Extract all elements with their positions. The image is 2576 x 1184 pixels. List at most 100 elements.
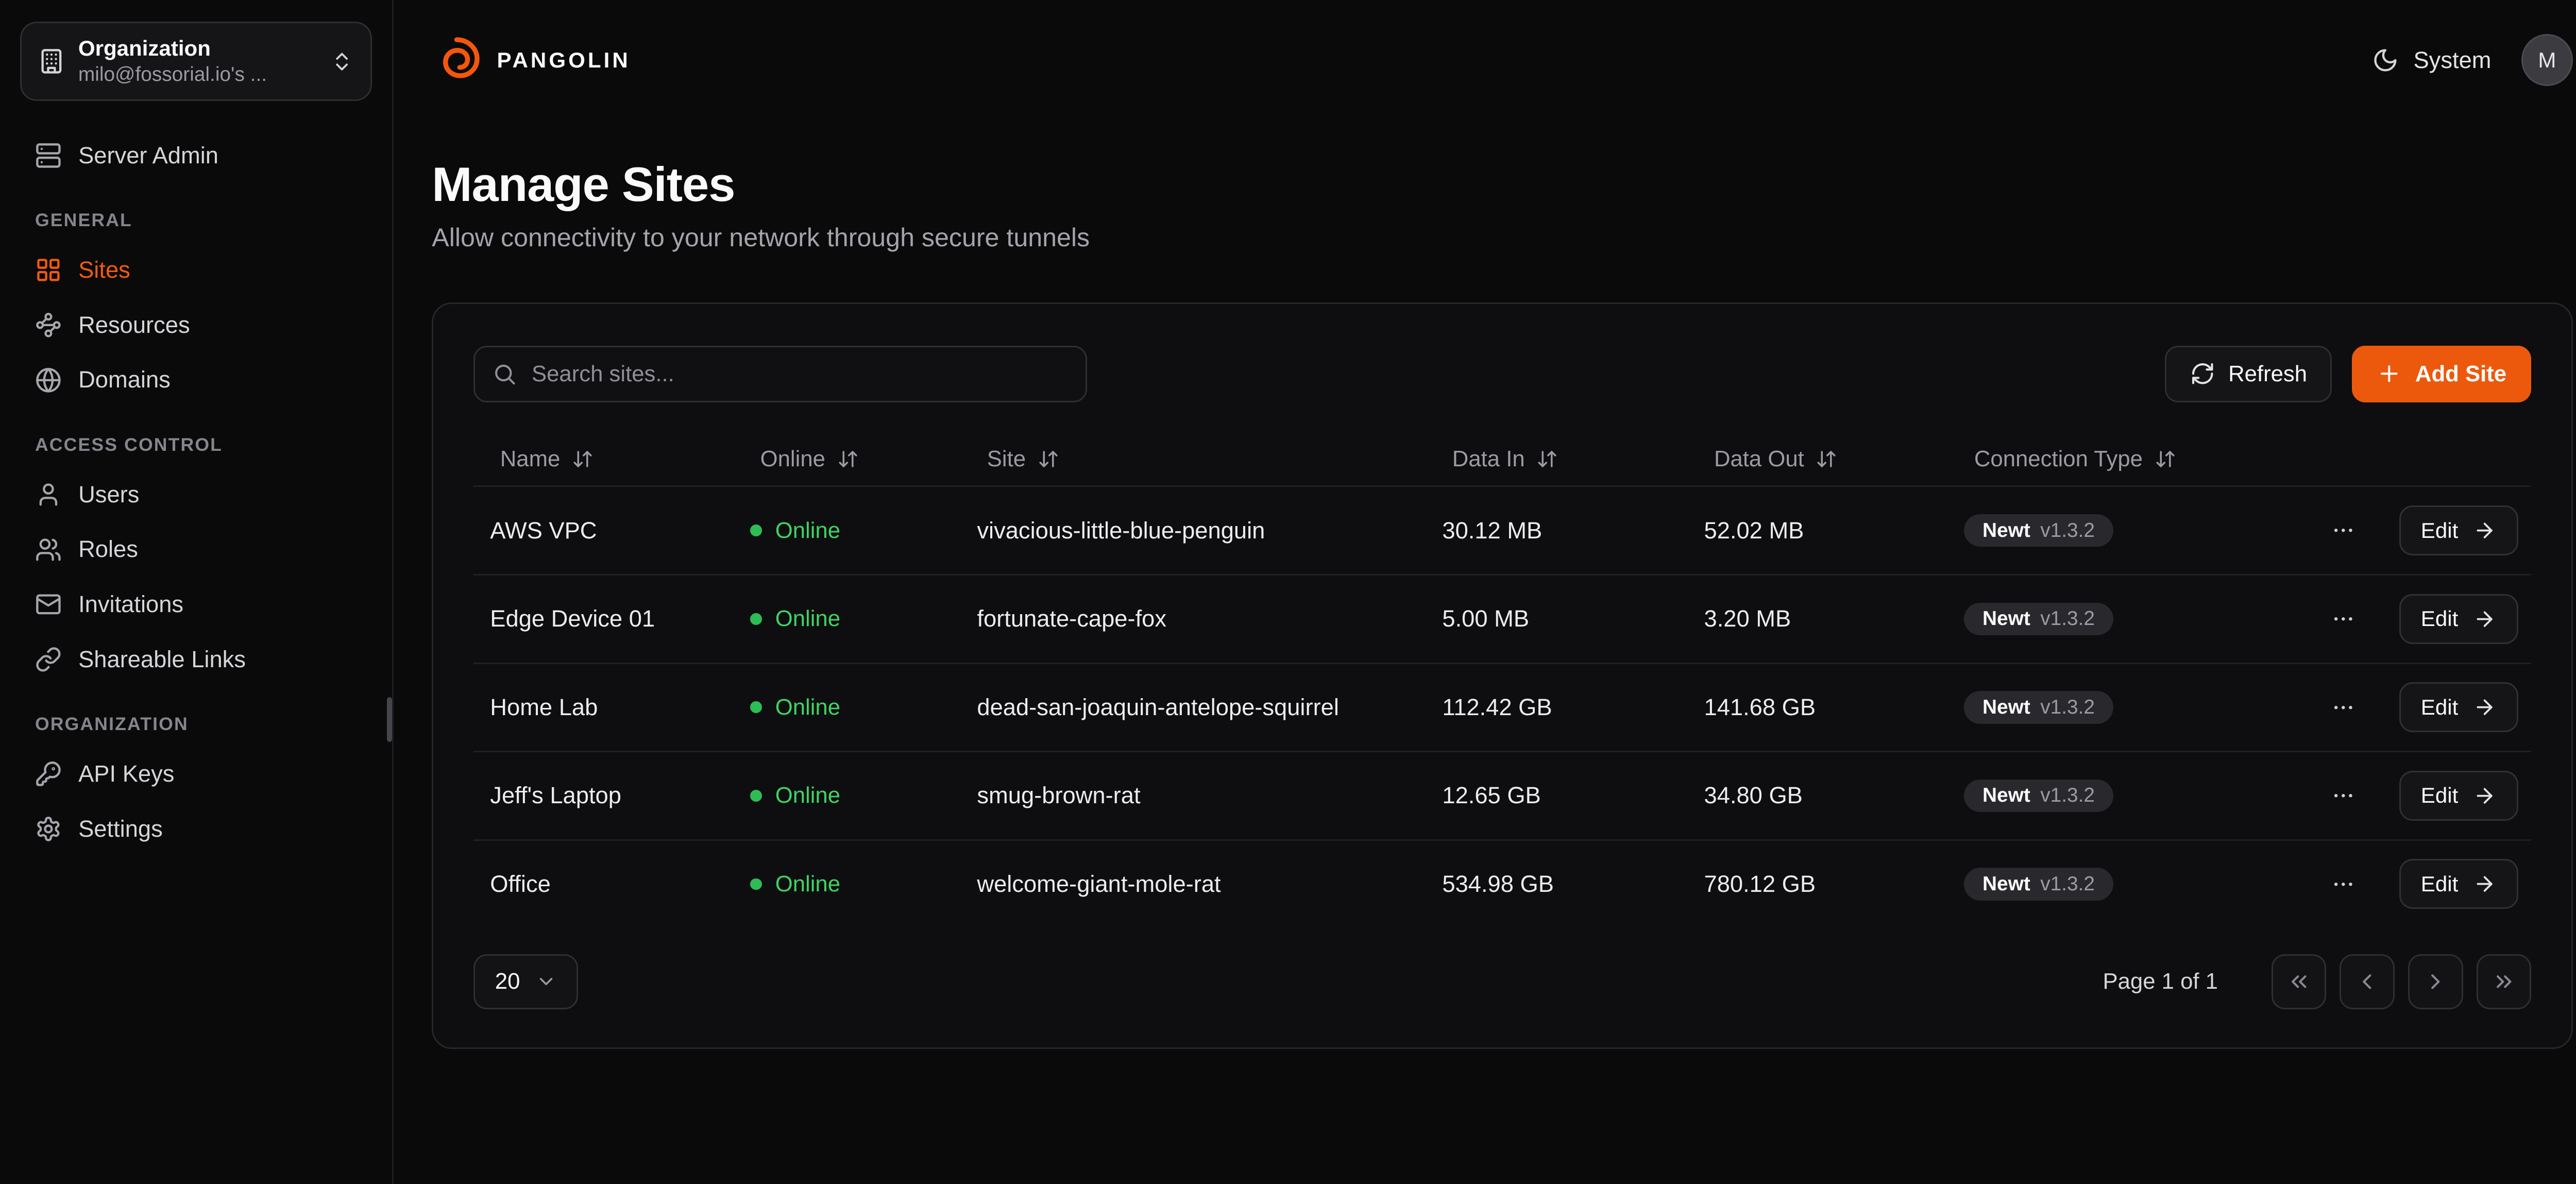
- status-badge: Online: [750, 783, 840, 808]
- sidebar-item-shareable-links[interactable]: Shareable Links: [20, 632, 372, 687]
- avatar-initial: M: [2538, 48, 2556, 73]
- users-icon: [35, 536, 62, 563]
- column-header-site[interactable]: Site: [960, 446, 1426, 472]
- avatar[interactable]: M: [2521, 34, 2573, 86]
- edit-button[interactable]: Edit: [2399, 594, 2518, 644]
- waypoints-icon: [35, 312, 62, 339]
- status-badge: Online: [750, 606, 840, 632]
- sort-icon: [1816, 448, 1837, 470]
- column-header-data-in[interactable]: Data In: [1426, 446, 1687, 472]
- toolbar-actions: Refresh Add Site: [2165, 346, 2531, 402]
- sort-icon: [1536, 448, 1558, 470]
- sidebar-nav: Server Admin GENERAL Sites Resources Dom…: [20, 128, 372, 856]
- pangolin-logo-icon: [432, 35, 482, 85]
- site-name: Home Lab: [473, 694, 734, 721]
- sidebar-item-label: Server Admin: [78, 142, 218, 169]
- pager: Page 1 of 1: [2103, 954, 2532, 1009]
- chevron-right-icon: [2423, 969, 2448, 994]
- sidebar-item-label: Users: [78, 481, 139, 508]
- sidebar-item-users[interactable]: Users: [20, 467, 372, 522]
- org-switcher[interactable]: Organization milo@fossorial.io's ...: [20, 22, 372, 101]
- sidebar-item-label: API Keys: [78, 760, 174, 787]
- ellipsis-icon: [2331, 783, 2356, 808]
- column-header-online[interactable]: Online: [734, 446, 960, 472]
- page-size-select[interactable]: 20: [473, 954, 578, 1009]
- row-menu-button[interactable]: [2324, 688, 2362, 726]
- sidebar-scrollbar-thumb[interactable]: [387, 697, 392, 742]
- table-header-row: Name Online Site Data In Data Out Connec…: [473, 432, 2531, 486]
- sidebar-item-label: Roles: [78, 536, 138, 563]
- search-box: [473, 346, 1087, 402]
- chevrons-right-icon: [2492, 969, 2517, 994]
- data-out-value: 3.20 MB: [1687, 605, 1947, 632]
- row-menu-button[interactable]: [2324, 776, 2362, 815]
- column-header-data-out[interactable]: Data Out: [1687, 446, 1947, 472]
- sidebar-item-domains[interactable]: Domains: [20, 352, 372, 408]
- plus-icon: [2377, 361, 2402, 386]
- prev-page-button[interactable]: [2340, 954, 2395, 1009]
- data-out-value: 141.68 GB: [1687, 694, 1947, 721]
- connection-type-badge: Newtv1.3.2: [1964, 603, 2113, 635]
- key-icon: [35, 760, 62, 787]
- sidebar-item-invitations[interactable]: Invitations: [20, 577, 372, 632]
- topbar-right: System M: [2372, 34, 2573, 86]
- add-site-button[interactable]: Add Site: [2352, 346, 2531, 402]
- table-row: Edge Device 01 Online fortunate-cape-fox…: [473, 574, 2531, 663]
- edit-button[interactable]: Edit: [2399, 505, 2518, 555]
- chevron-down-icon: [535, 971, 557, 992]
- column-header-connection-type[interactable]: Connection Type: [1947, 446, 2341, 472]
- table-row: AWS VPC Online vivacious-little-blue-pen…: [473, 485, 2531, 574]
- org-switcher-value: milo@fossorial.io's ...: [78, 62, 317, 88]
- row-menu-button[interactable]: [2324, 600, 2362, 638]
- edit-button[interactable]: Edit: [2399, 682, 2518, 732]
- ellipsis-icon: [2331, 872, 2356, 897]
- search-input[interactable]: [473, 346, 1087, 402]
- sidebar-item-label: Settings: [78, 816, 163, 842]
- user-icon: [35, 481, 62, 508]
- refresh-button[interactable]: Refresh: [2165, 346, 2332, 402]
- search-icon: [492, 361, 517, 386]
- site-name: AWS VPC: [473, 517, 734, 544]
- arrow-right-icon: [2473, 872, 2496, 895]
- site-tunnel-name: smug-brown-rat: [960, 782, 1426, 809]
- row-menu-button[interactable]: [2324, 512, 2362, 550]
- first-page-button[interactable]: [2272, 954, 2327, 1009]
- last-page-button[interactable]: [2477, 954, 2532, 1009]
- sidebar-item-roles[interactable]: Roles: [20, 522, 372, 577]
- sidebar-item-server-admin[interactable]: Server Admin: [20, 128, 372, 183]
- sidebar-item-sites[interactable]: Sites: [20, 242, 372, 297]
- org-switcher-text: Organization milo@fossorial.io's ...: [78, 35, 317, 88]
- data-out-value: 780.12 GB: [1687, 871, 1947, 898]
- row-menu-button[interactable]: [2324, 865, 2362, 903]
- sort-icon: [2155, 448, 2176, 470]
- connection-type-badge: Newtv1.3.2: [1964, 868, 2113, 900]
- connection-type-badge: Newtv1.3.2: [1964, 691, 2113, 723]
- mail-icon: [35, 591, 62, 618]
- column-header-name[interactable]: Name: [473, 446, 734, 472]
- next-page-button[interactable]: [2408, 954, 2463, 1009]
- edit-button[interactable]: Edit: [2399, 771, 2518, 821]
- page-title: Manage Sites: [432, 157, 2573, 212]
- sites-panel: Refresh Add Site Name Online Site Data I…: [432, 302, 2573, 1049]
- section-label-organization: ORGANIZATION: [35, 714, 357, 735]
- brand-link[interactable]: PANGOLIN: [432, 35, 631, 85]
- theme-toggle-label: System: [2413, 47, 2491, 74]
- sidebar-item-settings[interactable]: Settings: [20, 802, 372, 857]
- sidebar-item-resources[interactable]: Resources: [20, 297, 372, 352]
- section-label-access-control: ACCESS CONTROL: [35, 434, 357, 455]
- app-root: Organization milo@fossorial.io's ... Ser…: [0, 0, 2576, 1184]
- sidebar-item-label: Resources: [78, 312, 190, 339]
- data-in-value: 112.42 GB: [1426, 694, 1687, 721]
- add-site-label: Add Site: [2415, 361, 2506, 387]
- sites-table: Name Online Site Data In Data Out Connec…: [433, 432, 2571, 927]
- sidebar-item-label: Invitations: [78, 591, 183, 618]
- online-dot-icon: [750, 525, 762, 536]
- edit-button[interactable]: Edit: [2399, 859, 2518, 909]
- arrow-right-icon: [2473, 696, 2496, 719]
- chevrons-up-down-icon: [330, 50, 353, 73]
- page-subtitle: Allow connectivity to your network throu…: [432, 223, 2573, 252]
- sidebar-item-api-keys[interactable]: API Keys: [20, 747, 372, 802]
- table-footer: 20 Page 1 of 1: [433, 927, 2571, 1047]
- theme-toggle-button[interactable]: System: [2372, 47, 2492, 74]
- sort-icon: [1038, 448, 1059, 470]
